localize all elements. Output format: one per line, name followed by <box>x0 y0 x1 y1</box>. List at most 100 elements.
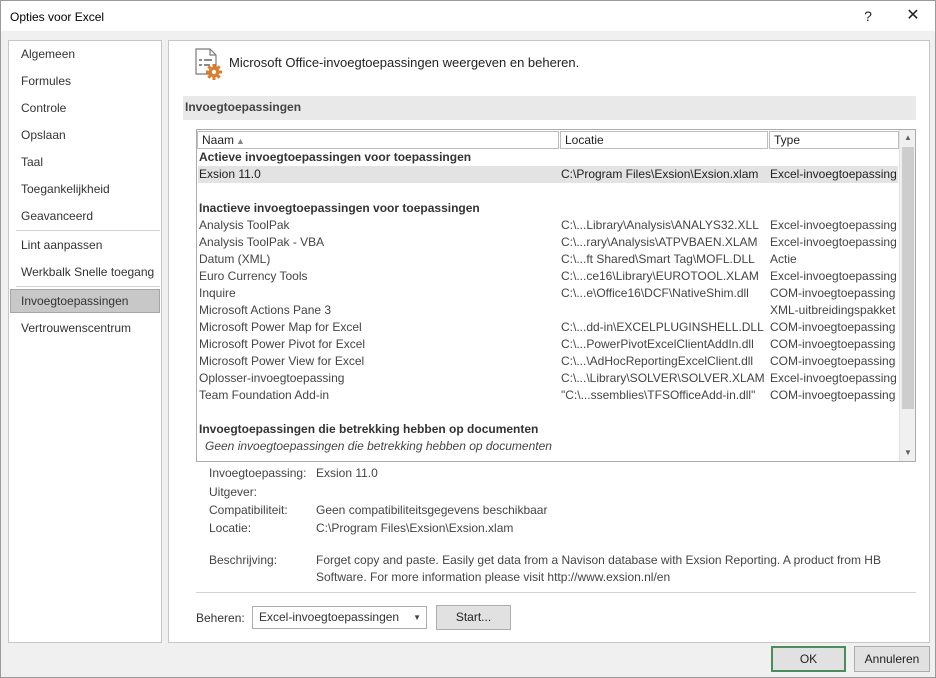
detail-addin-value: Exsion 11.0 <box>316 466 378 480</box>
table-row[interactable]: Microsoft Power Pivot for Excel C:\...Po… <box>198 336 898 353</box>
cell-location: C:\...ft Shared\Smart Tag\MOFL.DLL <box>561 252 755 266</box>
start-button[interactable]: Start... <box>436 605 511 630</box>
group-document-addins: Invoegtoepassingen die betrekking hebben… <box>199 422 539 436</box>
table-row[interactable]: Analysis ToolPak C:\...Library\Analysis\… <box>198 217 898 234</box>
table-row[interactable]: Team Foundation Add-in "C:\...ssemblies\… <box>198 387 898 404</box>
group-active-addins: Actieve invoegtoepassingen voor toepassi… <box>199 150 472 164</box>
detail-location-value: C:\Program Files\Exsion\Exsion.xlam <box>316 521 514 535</box>
cell-name: Microsoft Power View for Excel <box>199 354 365 368</box>
table-row[interactable]: Microsoft Power View for Excel C:\...\Ad… <box>198 353 898 370</box>
scroll-up-icon[interactable]: ▲ <box>900 130 915 146</box>
nav-item-label: Invoegtoepassingen <box>21 294 129 308</box>
cell-location: C:\Program Files\Exsion\Exsion.xlam <box>561 167 759 181</box>
table-row[interactable]: Oplosser-invoegtoepassing C:\...\Library… <box>198 370 898 387</box>
cell-name: Datum (XML) <box>199 252 271 266</box>
cell-location: C:\...\AdHocReportingExcelClient.dll <box>561 354 754 368</box>
addins-gear-icon <box>195 48 222 80</box>
detail-addin-label: Invoegtoepassing: <box>209 466 307 480</box>
cell-location: C:\...rary\Analysis\ATPVBAEN.XLAM <box>561 235 758 249</box>
addins-list[interactable]: Naam ▲ Locatie Type Actieve invoegtoepass… <box>196 129 916 462</box>
help-button[interactable]: ? <box>854 5 882 27</box>
nav-item-geavanceerd[interactable]: Geavanceerd <box>10 204 160 228</box>
sort-ascending-icon: ▲ <box>236 136 245 146</box>
column-header-type[interactable]: Type <box>769 131 899 149</box>
window-title: Opties voor Excel <box>10 10 105 24</box>
cell-type: Excel-invoegtoepassing <box>770 235 897 249</box>
document-addins-empty: Geen invoegtoepassingen die betrekking h… <box>205 439 552 453</box>
cell-name: Microsoft Power Map for Excel <box>199 320 362 334</box>
cell-type: COM-invoegtoepassing <box>770 320 896 334</box>
detail-compat-label: Compatibiliteit: <box>209 503 288 517</box>
cell-type: Excel-invoegtoepassing <box>770 269 897 283</box>
nav-separator <box>16 230 160 231</box>
nav-item-formules[interactable]: Formules <box>10 69 160 93</box>
cell-type: Excel-invoegtoepassing <box>770 218 897 232</box>
cell-name: Euro Currency Tools <box>199 269 308 283</box>
cell-name: Microsoft Actions Pane 3 <box>199 303 332 317</box>
cell-type: Actie <box>770 252 797 266</box>
nav-item-label: Lint aanpassen <box>21 238 103 252</box>
detail-location-label: Locatie: <box>209 521 252 535</box>
nav-item-label: Controle <box>21 101 67 115</box>
table-row[interactable]: Euro Currency Tools C:\...ce16\Library\E… <box>198 268 898 285</box>
table-row[interactable]: Inquire C:\...e\Office16\DCF\NativeShim.… <box>198 285 898 302</box>
scroll-thumb[interactable] <box>902 147 914 409</box>
chevron-down-icon: ▼ <box>413 613 421 622</box>
close-button[interactable]: ✕ <box>899 5 927 27</box>
nav-item-label: Werkbalk Snelle toegang <box>21 265 155 279</box>
cell-type: COM-invoegtoepassing <box>770 337 896 351</box>
table-row[interactable]: Exsion 11.0 C:\Program Files\Exsion\Exsi… <box>198 166 898 183</box>
group-inactive-addins: Inactieve invoegtoepassingen voor toepas… <box>199 201 480 215</box>
column-header-label: Naam <box>202 133 235 147</box>
nav-item-label: Geavanceerd <box>21 209 94 223</box>
cell-name: Team Foundation Add-in <box>199 388 330 402</box>
nav-item-label: Taal <box>21 155 44 169</box>
nav-item-controle[interactable]: Controle <box>10 96 160 120</box>
nav-item-algemeen[interactable]: Algemeen <box>10 42 160 66</box>
manage-dropdown[interactable]: Excel-invoegtoepassingen ▼ <box>252 606 427 629</box>
nav-item-werkbalk-snelle-toegang[interactable]: Werkbalk Snelle toegang <box>10 260 160 284</box>
cell-location: C:\...ce16\Library\EUROTOOL.XLAM <box>561 269 759 283</box>
detail-description-label: Beschrijving: <box>209 553 278 567</box>
manage-dropdown-value: Excel-invoegtoepassingen <box>259 610 400 624</box>
manage-separator <box>196 592 916 593</box>
nav-item-lint-aanpassen[interactable]: Lint aanpassen <box>10 233 160 257</box>
detail-compat-value: Geen compatibiliteitsgegevens beschikbaa… <box>316 503 548 517</box>
cell-location: C:\...e\Office16\DCF\NativeShim.dll <box>561 286 749 300</box>
cell-type: Excel-invoegtoepassing <box>770 167 897 181</box>
cell-name: Inquire <box>199 286 236 300</box>
options-dialog: Opties voor Excel ? ✕ Algemeen Formules … <box>0 0 936 678</box>
cell-type: Excel-invoegtoepassing <box>770 371 897 385</box>
cell-name: Oplosser-invoegtoepassing <box>199 371 345 385</box>
cell-location: C:\...Library\Analysis\ANALYS32.XLL <box>561 218 759 232</box>
title-bar: Opties voor Excel ? ✕ <box>1 1 935 31</box>
nav-item-toegankelijkheid[interactable]: Toegankelijkheid <box>10 177 160 201</box>
column-header-location[interactable]: Locatie <box>560 131 768 149</box>
scroll-down-icon[interactable]: ▼ <box>900 445 915 461</box>
column-header-label: Type <box>774 133 801 147</box>
nav-item-vertrouwenscentrum[interactable]: Vertrouwenscentrum <box>10 316 160 340</box>
nav-item-label: Algemeen <box>21 47 76 61</box>
table-row[interactable]: Datum (XML) C:\...ft Shared\Smart Tag\MO… <box>198 251 898 268</box>
nav-item-label: Formules <box>21 74 72 88</box>
nav-item-label: Vertrouwenscentrum <box>21 321 132 335</box>
column-header-label: Locatie <box>565 133 604 147</box>
detail-description-value: Forget copy and paste. Easily get data f… <box>316 553 881 584</box>
cell-location: C:\...dd-in\EXCELPLUGINSHELL.DLL <box>561 320 764 334</box>
ok-button[interactable]: OK <box>771 646 846 672</box>
table-row[interactable]: Analysis ToolPak - VBA C:\...rary\Analys… <box>198 234 898 251</box>
nav-item-invoegtoepassingen[interactable]: Invoegtoepassingen <box>10 289 160 313</box>
cell-name: Analysis ToolPak - VBA <box>199 235 325 249</box>
detail-publisher-label: Uitgever: <box>209 485 258 499</box>
cell-name: Exsion 11.0 <box>199 167 261 181</box>
table-row[interactable]: Microsoft Power Map for Excel C:\...dd-i… <box>198 319 898 336</box>
list-scrollbar[interactable]: ▲ ▼ <box>899 130 915 461</box>
cancel-button[interactable]: Annuleren <box>854 646 930 672</box>
nav-item-label: Toegankelijkheid <box>21 182 110 196</box>
nav-separator <box>16 286 160 287</box>
nav-item-taal[interactable]: Taal <box>10 150 160 174</box>
table-row[interactable]: Microsoft Actions Pane 3 XML-uitbreiding… <box>198 302 898 319</box>
page-header: Microsoft Office-invoegtoepassingen weer… <box>229 55 580 70</box>
nav-item-opslaan[interactable]: Opslaan <box>10 123 160 147</box>
column-header-name[interactable]: Naam ▲ <box>197 131 559 149</box>
